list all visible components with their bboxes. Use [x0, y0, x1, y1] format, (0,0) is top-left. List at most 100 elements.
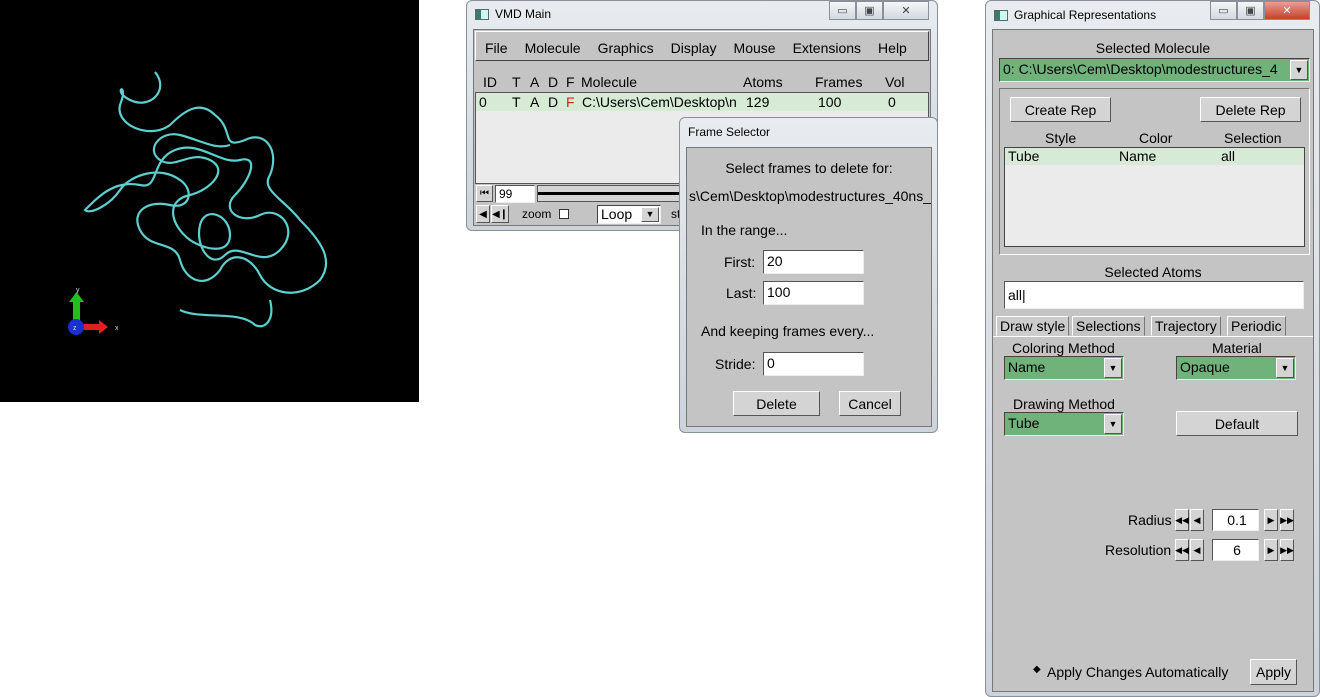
rep-style: Tube [1008, 148, 1040, 164]
step-reverse-button[interactable]: ◀❙ [491, 205, 509, 223]
play-reverse-button[interactable]: ◀ [476, 205, 490, 223]
vol-count: 0 [888, 94, 896, 110]
col-f: F [566, 74, 575, 90]
coloring-method-select[interactable]: Name ▼ [1004, 356, 1124, 380]
rep-selection: all [1221, 148, 1236, 164]
frames-count: 100 [818, 94, 842, 110]
radius-decrease-fast[interactable]: ◀◀ [1175, 509, 1189, 531]
apply-auto-label[interactable]: Apply Changes Automatically [1047, 664, 1228, 680]
delete-rep-button[interactable]: Delete Rep [1200, 97, 1301, 122]
rep-row[interactable]: Tube Name all [1005, 148, 1304, 165]
active-flag[interactable]: A [530, 94, 539, 110]
tab-selections[interactable]: Selections [1072, 316, 1145, 336]
frame-input[interactable]: 99 [495, 185, 535, 203]
app-icon [475, 8, 489, 20]
menu-molecule[interactable]: Molecule [525, 40, 581, 56]
col-selection: Selection [1224, 130, 1282, 146]
drawn-flag[interactable]: D [548, 94, 558, 110]
resolution-decrease-fast[interactable]: ◀◀ [1175, 539, 1189, 561]
goto-start-button[interactable]: ⏮ [476, 185, 493, 202]
menu-file[interactable]: File [485, 40, 508, 56]
last-input[interactable]: 100 [763, 281, 864, 305]
chevron-down-icon: ▼ [1104, 358, 1122, 378]
window-title: VMD Main [495, 7, 552, 21]
resolution-input[interactable]: 6 [1212, 539, 1259, 561]
frame-slider[interactable] [537, 185, 697, 202]
menu-mouse[interactable]: Mouse [734, 40, 776, 56]
menu-help[interactable]: Help [878, 40, 907, 56]
chevron-down-icon: ▼ [641, 207, 659, 222]
apply-button[interactable]: Apply [1250, 659, 1297, 685]
app-icon [994, 9, 1008, 21]
range-label: In the range... [701, 222, 788, 238]
molecule-path [83, 71, 328, 294]
window-title: Graphical Representations [1014, 8, 1157, 22]
first-input[interactable]: 20 [763, 250, 864, 274]
selected-molecule-select[interactable]: 0: C:\Users\Cem\Desktop\modestructures_4… [999, 58, 1310, 82]
zoom-label: zoom [522, 207, 552, 221]
material-label: Material [1212, 340, 1262, 356]
zoom-checkbox[interactable] [559, 209, 569, 219]
stride-input[interactable]: 0 [763, 352, 864, 376]
resolution-decrease[interactable]: ◀ [1190, 539, 1204, 561]
maximize-button[interactable]: ▣ [856, 1, 883, 20]
3d-viewer[interactable]: y x z [0, 0, 419, 402]
minimize-button[interactable]: ▭ [829, 1, 856, 20]
radius-increase-fast[interactable]: ▶▶ [1280, 509, 1294, 531]
minimize-button[interactable]: ▭ [1210, 1, 1237, 20]
selected-atoms-input[interactable]: all| [1004, 281, 1304, 309]
z-axis-label: z [73, 325, 77, 332]
radius-label: Radius [1128, 512, 1172, 528]
selected-atoms-value: all [1008, 287, 1023, 303]
col-frames: Frames [815, 74, 863, 90]
chevron-down-icon: ▼ [1290, 60, 1308, 80]
col-atoms: Atoms [743, 74, 783, 90]
resolution-increase[interactable]: ▶ [1264, 539, 1278, 561]
menu-graphics[interactable]: Graphics [598, 40, 654, 56]
material-select[interactable]: Opaque ▼ [1176, 356, 1296, 380]
rep-color: Name [1119, 148, 1157, 164]
reps-panel: Create Rep Delete Rep Style Color Select… [999, 88, 1310, 255]
tab-trajectory[interactable]: Trajectory [1151, 316, 1221, 336]
close-button[interactable]: ✕ [1264, 1, 1310, 20]
col-vol: Vol [885, 74, 905, 90]
close-button[interactable]: ✕ [883, 1, 929, 20]
keep-label: And keeping frames every... [701, 323, 875, 339]
top-flag[interactable]: T [512, 94, 521, 110]
coloring-method-label: Coloring Method [1012, 340, 1115, 356]
cancel-button[interactable]: Cancel [839, 391, 901, 416]
molecule-name: C:\Users\Cem\Desktop\n [582, 94, 737, 110]
reps-list[interactable]: Tube Name all [1004, 147, 1305, 247]
tab-periodic[interactable]: Periodic [1227, 316, 1286, 336]
fixed-flag[interactable]: F [566, 94, 575, 110]
menu-bar: File Molecule Graphics Display Mouse Ext… [475, 31, 929, 61]
dialog-title: Frame Selector [688, 125, 771, 139]
col-d: D [548, 74, 559, 90]
x-axis-label: x [115, 325, 119, 332]
menu-display[interactable]: Display [671, 40, 717, 56]
radius-input[interactable]: 0.1 [1212, 509, 1259, 531]
molecule-tube: y x z [68, 71, 328, 335]
drawing-method-label: Drawing Method [1013, 396, 1115, 412]
drawing-method-value: Tube [1008, 415, 1040, 431]
frame-selector-dialog: Frame Selector Select frames to delete f… [679, 117, 938, 433]
radius-increase[interactable]: ▶ [1264, 509, 1278, 531]
apply-auto-radio[interactable]: ◆ [1033, 664, 1041, 675]
loop-mode-select[interactable]: Loop ▼ [597, 205, 661, 224]
drawing-method-select[interactable]: Tube ▼ [1004, 412, 1124, 436]
radius-decrease[interactable]: ◀ [1190, 509, 1204, 531]
col-color: Color [1139, 130, 1173, 146]
resolution-label: Resolution [1105, 542, 1172, 558]
y-axis-label: y [76, 287, 80, 294]
menu-extensions[interactable]: Extensions [793, 40, 861, 56]
col-id: ID [483, 74, 497, 90]
delete-button[interactable]: Delete [733, 391, 820, 416]
tab-draw-style[interactable]: Draw style [996, 316, 1070, 336]
molecule-row[interactable]: 0 T A D F C:\Users\Cem\Desktop\n 129 100… [476, 93, 928, 111]
resolution-increase-fast[interactable]: ▶▶ [1280, 539, 1294, 561]
maximize-button[interactable]: ▣ [1237, 1, 1264, 20]
chevron-down-icon: ▼ [1104, 414, 1122, 434]
graphical-representations-window: Graphical Representations ▭ ▣ ✕ Selected M… [985, 0, 1320, 697]
create-rep-button[interactable]: Create Rep [1010, 97, 1111, 122]
default-button[interactable]: Default [1176, 411, 1298, 436]
